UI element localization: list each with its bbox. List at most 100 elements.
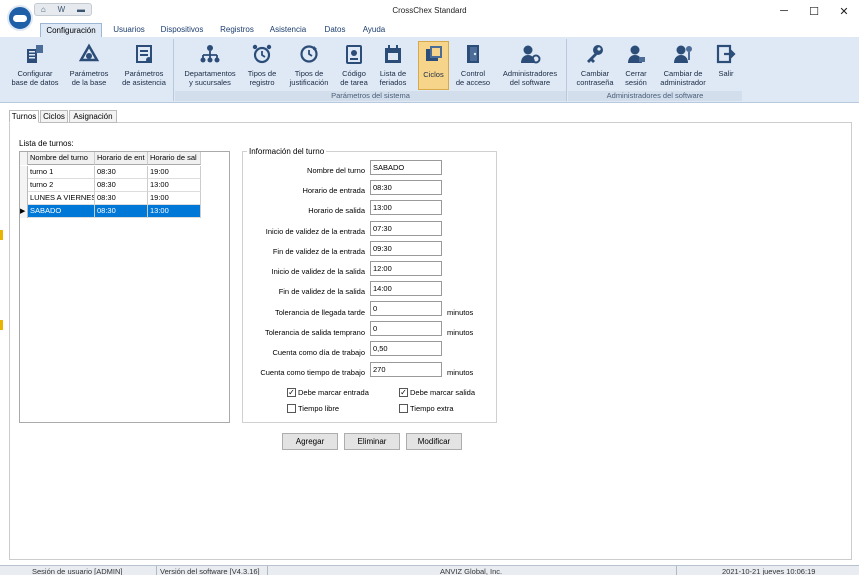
ribbon-group-database: Configurar base de datos Parámetros de l… — [4, 39, 174, 101]
current-row-marker-icon[interactable]: ▶ — [20, 205, 28, 218]
must-punch-out-checkbox[interactable]: ✓ — [399, 388, 408, 397]
cell-exit-time: 19:00 — [148, 166, 201, 179]
column-header-name[interactable]: Nombre del turno — [28, 152, 95, 165]
departments-button[interactable]: Departamentos y sucursales — [181, 41, 239, 90]
task-code-label: Código de tarea — [340, 69, 368, 87]
shift-name-input[interactable]: SABADO — [370, 160, 442, 175]
exit-time-label: Horario de salida — [308, 206, 365, 215]
door-icon — [467, 45, 479, 63]
justification-types-label: Tipos de justificación — [289, 69, 329, 87]
calendar-icon — [385, 45, 401, 63]
grid-header-row: Nombre del turno Horario de ent Horario … — [20, 152, 201, 165]
access-control-label: Control de acceso — [455, 69, 491, 87]
base-parameters-button[interactable]: Parámetros de la base — [66, 41, 112, 90]
add-button[interactable]: Agregar — [282, 433, 338, 450]
software-admins-button[interactable]: Administradores del software — [497, 41, 563, 90]
status-separator — [156, 566, 157, 575]
row-selector[interactable] — [20, 192, 28, 205]
table-row[interactable]: turno 2 08:30 13:00 — [20, 179, 201, 192]
work-time-count-label: Cuenta como tiempo de trabajo — [260, 368, 365, 377]
logout-button[interactable]: Cerrar sesión — [622, 41, 650, 90]
tab-registros[interactable]: Registros — [216, 23, 258, 37]
admin-key-icon — [674, 45, 692, 63]
attendance-settings-icon — [136, 45, 152, 63]
must-punch-in-checkbox[interactable]: ✓ — [287, 388, 296, 397]
status-bar: Sesión de usuario [ADMIN] Versión del so… — [0, 565, 859, 575]
departments-label: Departamentos y sucursales — [184, 69, 236, 87]
system-parameters-group-label: Parámetros del sistema — [175, 91, 566, 101]
entry-valid-end-input[interactable]: 09:30 — [370, 241, 442, 256]
maximize-button[interactable]: ☐ — [799, 0, 829, 22]
switch-admin-button[interactable]: Cambiar de administrador — [656, 41, 710, 90]
datetime-status: 2021-10-21 jueves 10:06:19 — [722, 567, 816, 575]
cell-exit-time: 13:00 — [148, 205, 201, 218]
free-time-checkbox[interactable] — [287, 404, 296, 413]
user-lock-icon — [628, 45, 645, 63]
entry-time-input[interactable]: 08:30 — [370, 180, 442, 195]
tab-turnos[interactable]: Turnos — [9, 110, 39, 123]
app-logo[interactable] — [7, 5, 33, 31]
change-password-button[interactable]: Cambiar contraseña — [572, 41, 618, 90]
overtime-checkbox[interactable] — [399, 404, 408, 413]
record-types-button[interactable]: Tipos de registro — [243, 41, 281, 90]
org-chart-icon — [200, 45, 220, 63]
cell-shift-name: LUNES A VIERNES — [28, 192, 95, 205]
shift-list-grid[interactable]: Nombre del turno Horario de ent Horario … — [19, 151, 230, 423]
exit-button[interactable]: Salir — [714, 41, 738, 90]
tab-ayuda[interactable]: Ayuda — [358, 23, 390, 37]
configure-database-button[interactable]: Configurar base de datos — [10, 41, 60, 90]
task-code-button[interactable]: Código de tarea — [337, 41, 371, 90]
row-selector[interactable] — [20, 166, 28, 179]
work-day-count-label: Cuenta como día de trabajo — [272, 348, 365, 357]
ribbon-group-system-parameters: Departamentos y sucursales Tipos de regi… — [175, 39, 567, 101]
column-header-exit[interactable]: Horario de sal — [148, 152, 201, 165]
shift-info-legend: Información del turno — [247, 147, 327, 156]
must-punch-out-label: Debe marcar salida — [410, 388, 476, 397]
exit-time-input[interactable]: 13:00 — [370, 200, 442, 215]
entry-valid-start-label: Inicio de validez de la entrada — [265, 227, 365, 236]
tab-ciclos[interactable]: Ciclos — [40, 110, 68, 123]
overtime-label: Tiempo extra — [410, 404, 454, 413]
tab-asignacion[interactable]: Asignación — [69, 110, 117, 123]
late-tolerance-input[interactable]: 0 — [370, 301, 442, 316]
tab-configuracion[interactable]: Configuración — [40, 23, 102, 37]
switch-admin-label: Cambiar de administrador — [660, 69, 706, 87]
exit-valid-start-input[interactable]: 12:00 — [370, 261, 442, 276]
exit-label: Salir — [718, 69, 734, 78]
ribbon-group-software-admins: Cambiar contraseña Cerrar sesión Cambiar… — [568, 39, 742, 101]
session-status: Sesión de usuario [ADMIN] — [32, 567, 123, 575]
table-row[interactable]: LUNES A VIERNES 08:30 19:00 — [20, 192, 201, 205]
work-time-count-input[interactable]: 270 — [370, 362, 442, 377]
tab-dispositivos[interactable]: Dispositivos — [156, 23, 208, 37]
access-control-button[interactable]: Control de acceso — [453, 41, 493, 90]
exit-valid-start-label: Inicio de validez de la salida — [271, 267, 365, 276]
cell-shift-name: SABADO — [28, 205, 95, 218]
column-header-entry[interactable]: Horario de ent — [95, 152, 148, 165]
justification-types-button[interactable]: Tipos de justificación — [285, 41, 333, 90]
attendance-parameters-button[interactable]: Parámetros de asistencia — [118, 41, 170, 90]
entry-valid-start-input[interactable]: 07:30 — [370, 221, 442, 236]
table-row-selected[interactable]: ▶ SABADO 08:30 13:00 — [20, 205, 201, 218]
work-day-count-input[interactable]: 0,50 — [370, 341, 442, 356]
table-row[interactable]: turno 1 08:30 19:00 — [20, 166, 201, 179]
tab-usuarios[interactable]: Usuarios — [108, 23, 150, 37]
cell-entry-time: 08:30 — [95, 192, 148, 205]
shift-name-label: Nombre del turno — [307, 166, 365, 175]
row-selector[interactable] — [20, 179, 28, 192]
holiday-list-label: Lista de feriados — [379, 69, 407, 87]
exit-valid-end-input[interactable]: 14:00 — [370, 281, 442, 296]
delete-button[interactable]: Eliminar — [344, 433, 400, 450]
minimize-button[interactable]: ─ — [769, 0, 799, 22]
holiday-list-button[interactable]: Lista de feriados — [375, 41, 411, 90]
software-admins-label: Administradores del software — [502, 69, 558, 87]
close-button[interactable]: ✕ — [829, 0, 859, 22]
must-punch-in-label: Debe marcar entrada — [298, 388, 369, 397]
early-leave-tolerance-input[interactable]: 0 — [370, 321, 442, 336]
tab-asistencia[interactable]: Asistencia — [266, 23, 310, 37]
cycles-button[interactable]: Ciclos — [418, 41, 449, 90]
database-icon — [27, 45, 43, 63]
cell-exit-time: 19:00 — [148, 192, 201, 205]
modify-button[interactable]: Modificar — [406, 433, 462, 450]
work-time-count-unit: minutos — [447, 368, 474, 377]
tab-datos[interactable]: Datos — [320, 23, 350, 37]
